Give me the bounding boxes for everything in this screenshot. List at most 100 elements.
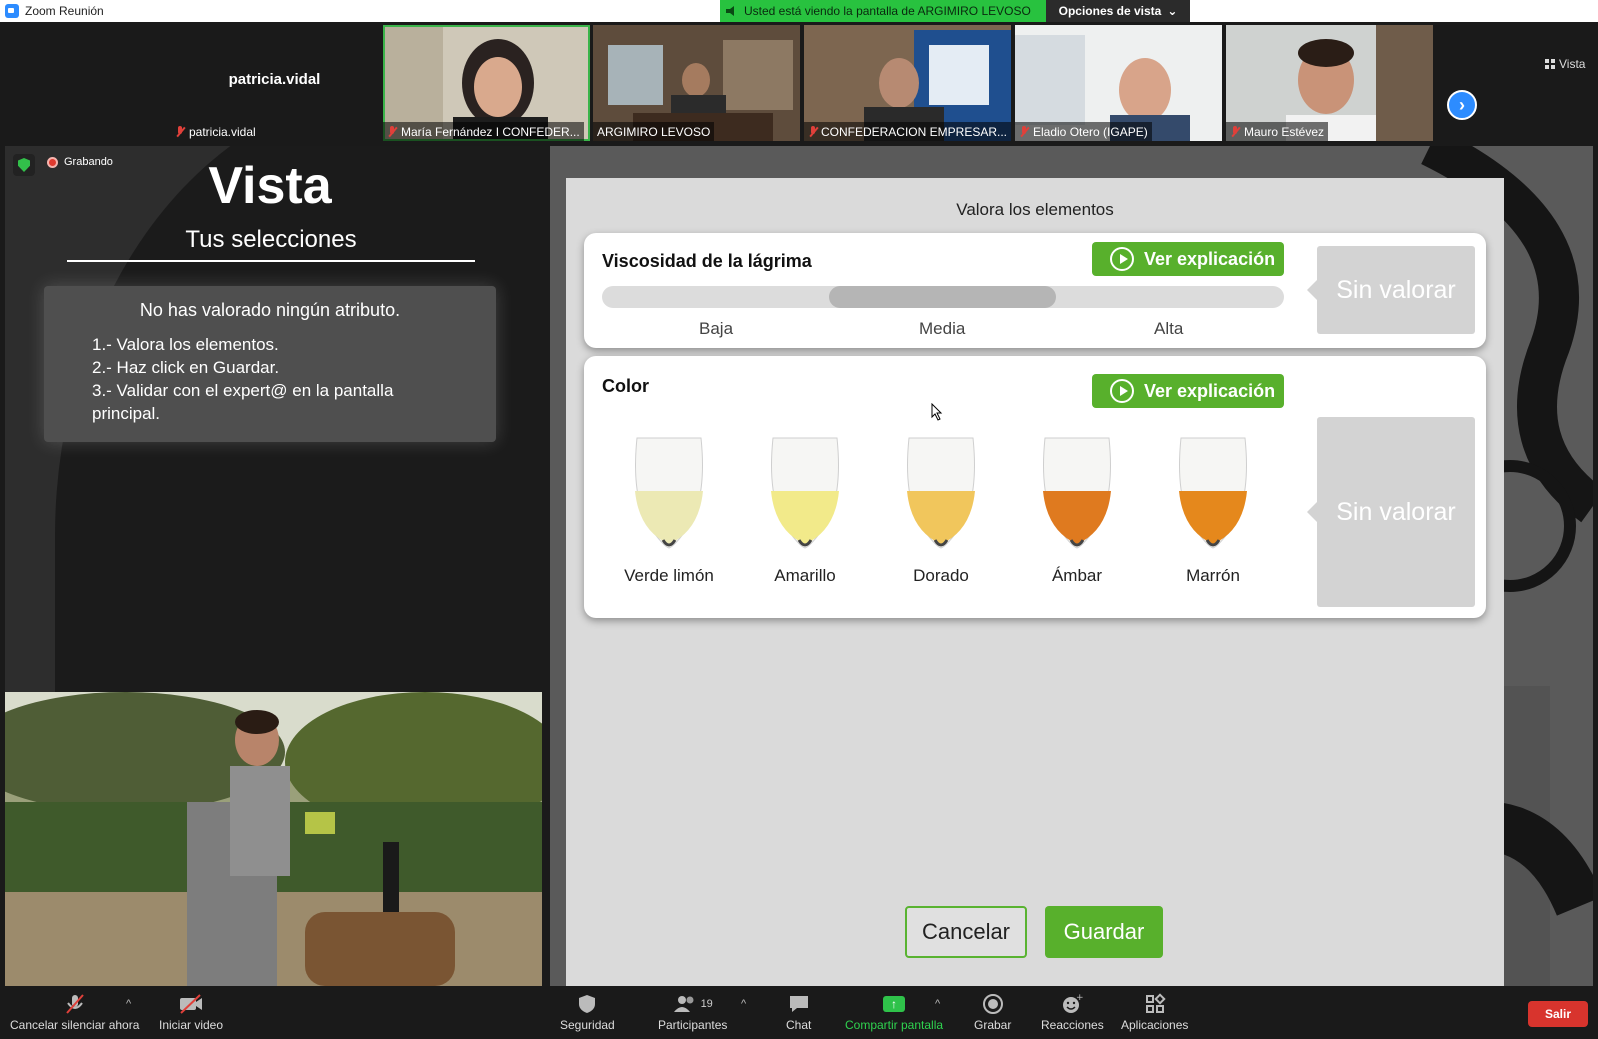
audio-options-caret-icon[interactable]: ^ (126, 998, 131, 1010)
wine-glass-icon (771, 437, 839, 549)
color-option-label: Amarillo (774, 566, 836, 585)
participant-tile-confederacion[interactable]: CONFEDERACION EMPRESAR... (804, 25, 1011, 141)
security-button[interactable]: Seguridad (560, 994, 615, 1032)
wine-fill (771, 491, 839, 544)
chevron-down-icon: ⌄ (1167, 4, 1178, 18)
participant-tile-eladio[interactable]: Eladio Otero (IGAPE) (1015, 25, 1222, 141)
chat-label: Chat (786, 1018, 812, 1032)
participant-name: María Fernández I CONFEDER... (401, 124, 580, 139)
viscosity-slider-thumb[interactable] (829, 286, 1056, 308)
participant-name-label: María Fernández I CONFEDER... (383, 122, 584, 141)
leave-meeting-button[interactable]: Salir (1528, 1001, 1588, 1027)
record-button[interactable]: Grabar (974, 994, 1011, 1032)
gallery-next-page-button[interactable]: › (1447, 90, 1477, 120)
mic-muted-icon (64, 994, 86, 1014)
participant-name-label: Eladio Otero (IGAPE) (1015, 122, 1152, 141)
view-options-button[interactable]: Opciones de vista ⌄ (1046, 0, 1190, 22)
color-option-verde-limon[interactable]: Verde limón (614, 436, 724, 586)
participants-icon: 19 (673, 994, 713, 1014)
start-video-button[interactable]: Iniciar video (159, 994, 223, 1032)
share-screen-button[interactable]: ↑ Compartir pantalla (845, 994, 943, 1032)
unmute-button[interactable]: Cancelar silenciar ahora (10, 994, 139, 1032)
color-option-marron[interactable]: Marrón (1158, 436, 1268, 586)
self-display-name: patricia.vidal (228, 71, 321, 88)
reactions-button[interactable]: + Reacciones (1041, 993, 1104, 1032)
selections-info-box: No has valorado ningún atributo. 1.- Val… (44, 286, 496, 442)
record-dot-icon (47, 156, 58, 168)
participants-count-badge: 19 (700, 998, 713, 1010)
mic-muted-icon (387, 125, 397, 138)
shared-screen: Grabando Vista Tus selecciones No has va… (5, 146, 1593, 986)
explain-button-label: Ver explicación (1144, 248, 1276, 269)
color-option-label: Ámbar (1051, 566, 1103, 585)
record-label: Grabar (974, 1018, 1012, 1032)
screen-share-banner-text: Usted está viendo la pantalla de ARGIMIR… (744, 4, 1031, 18)
reaction-emoji-icon: + (1061, 993, 1083, 1014)
participant-tile-argimiro[interactable]: ARGIMIRO LEVOSO (593, 25, 800, 141)
participant-name-label: CONFEDERACION EMPRESAR... (804, 122, 1011, 141)
security-shield-icon[interactable] (13, 154, 35, 176)
info-step: 3.- Validar con el expert@ en la pantall… (92, 381, 394, 423)
viscosity-status: Sin valorar (1307, 246, 1475, 334)
save-button[interactable]: Guardar (1045, 906, 1163, 958)
apps-button[interactable]: Aplicaciones (1121, 993, 1188, 1032)
info-step: 2.- Haz click en Guardar. (92, 358, 280, 377)
grid-view-icon (1545, 59, 1555, 69)
participant-name: ARGIMIRO LEVOSO (597, 124, 711, 139)
shield-icon (578, 994, 596, 1014)
meeting-toolbar: Cancelar silenciar ahora ^ Iniciar video… (0, 988, 1598, 1039)
gallery-view-toggle[interactable]: Vista (1545, 57, 1585, 71)
cancel-button[interactable]: Cancelar (905, 906, 1027, 958)
speaker-icon (726, 6, 734, 16)
share-options-caret-icon[interactable]: ^ (935, 998, 940, 1010)
explain-button-label: Ver explicación (1144, 380, 1276, 401)
wine-glass-icon (1043, 437, 1111, 549)
color-explain-button[interactable]: Ver explicación (1092, 374, 1284, 408)
screen-share-banner: Usted está viendo la pantalla de ARGIMIR… (720, 0, 1046, 22)
apps-icon (1144, 993, 1166, 1014)
participants-options-caret-icon[interactable]: ^ (741, 998, 746, 1010)
info-headline: No has valorado ningún atributo. (139, 300, 401, 320)
viscosity-title: Viscosidad de la lágrima (602, 251, 812, 271)
share-screen-icon: ↑ (883, 996, 906, 1012)
unmute-label: Cancelar silenciar ahora (10, 1018, 140, 1032)
mic-muted-icon (1230, 125, 1240, 138)
section-title: Vista (208, 157, 332, 215)
participant-name: Mauro Estévez (1244, 124, 1325, 139)
participant-gallery: patricia.vidal patricia.vidal María Fern… (0, 22, 1598, 144)
color-option-ambar[interactable]: Ámbar (1022, 436, 1132, 586)
presenter-video (5, 692, 542, 986)
wine-glass-icon (1179, 437, 1247, 549)
participant-tile-self[interactable]: patricia.vidal patricia.vidal (171, 25, 378, 141)
color-option-dorado[interactable]: Dorado (886, 436, 996, 586)
mic-muted-icon (1019, 125, 1029, 138)
participants-button[interactable]: 19 Participantes (658, 994, 727, 1032)
participant-tile-mauro[interactable]: Mauro Estévez (1226, 25, 1433, 141)
play-icon (1110, 247, 1134, 271)
viscosity-explain-button[interactable]: Ver explicación (1092, 242, 1284, 276)
share-screen-label: Compartir pantalla (845, 1018, 944, 1032)
participant-name: patricia.vidal (189, 124, 256, 139)
security-label: Seguridad (560, 1018, 615, 1032)
color-status: Sin valorar (1307, 417, 1475, 607)
zoom-logo-icon (5, 4, 19, 18)
wine-glass-icon (635, 437, 703, 549)
video-off-icon (178, 994, 204, 1014)
mic-muted-icon (808, 125, 817, 138)
slider-label-low: Baja (699, 319, 734, 338)
participant-tile-maria[interactable]: María Fernández I CONFEDER... (383, 25, 590, 141)
color-title: Color (602, 376, 649, 396)
color-option-amarillo[interactable]: Amarillo (750, 436, 860, 586)
chat-button[interactable]: Chat (786, 994, 811, 1032)
svg-text:+: + (1076, 993, 1083, 1003)
viscosity-slider[interactable] (602, 286, 1284, 308)
gallery-view-label: Vista (1559, 57, 1586, 71)
chevron-right-icon: › (1459, 94, 1465, 115)
participant-name: Eladio Otero (IGAPE) (1033, 124, 1148, 139)
slider-label-mid: Media (919, 319, 966, 338)
record-icon (982, 994, 1004, 1014)
selections-heading: Tus selecciones (67, 226, 475, 262)
slider-label-high: Alta (1154, 319, 1184, 338)
reactions-label: Reacciones (1041, 1018, 1104, 1032)
mic-muted-icon (175, 125, 185, 138)
